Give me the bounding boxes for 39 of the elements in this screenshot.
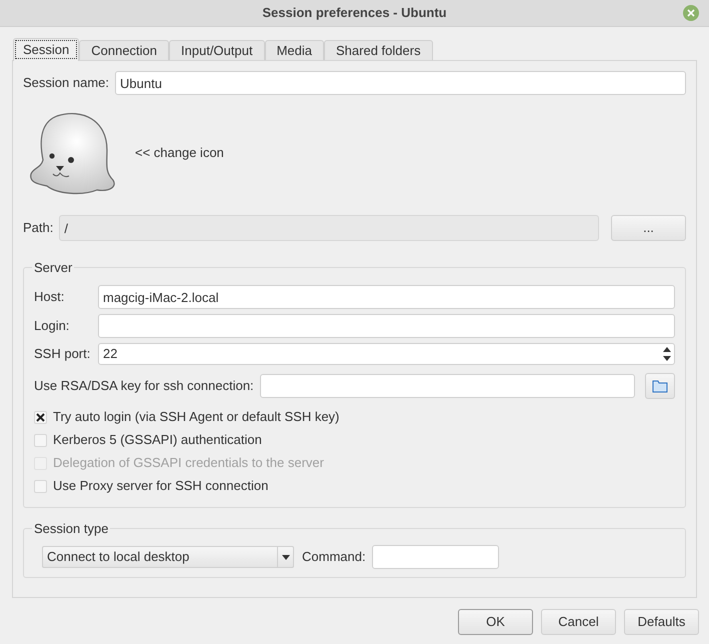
checkbox-label: Try auto login (via SSH Agent or default SSH key) bbox=[53, 408, 340, 426]
window-title: Session preferences - Ubuntu bbox=[262, 4, 447, 22]
login-field[interactable] bbox=[98, 314, 675, 338]
host-label: Host: bbox=[34, 288, 66, 306]
open-file-button[interactable] bbox=[645, 373, 675, 399]
tab[interactable]: Session bbox=[13, 38, 80, 61]
checkbox[interactable] bbox=[34, 480, 47, 492]
command-field[interactable] bbox=[372, 545, 499, 569]
session-name-field[interactable]: Ubuntu bbox=[115, 71, 686, 95]
session-name-label: Session name: bbox=[23, 74, 109, 92]
dialog-button[interactable]: OK bbox=[458, 609, 533, 635]
dialog-button[interactable]: Defaults bbox=[624, 609, 699, 635]
key-field[interactable] bbox=[260, 374, 635, 398]
tab[interactable]: Media bbox=[264, 40, 324, 61]
command-label: Command: bbox=[302, 548, 366, 566]
path-label: Path: bbox=[23, 219, 54, 238]
host-field[interactable]: magcig-iMac-2.local bbox=[98, 285, 675, 309]
checkbox[interactable] bbox=[34, 410, 47, 424]
change-icon-link[interactable]: << change icon bbox=[135, 143, 224, 163]
folder-icon bbox=[652, 379, 668, 393]
close-button[interactable] bbox=[683, 5, 699, 21]
checkbox-label: Kerberos 5 (GSSAPI) authentication bbox=[53, 431, 262, 449]
tab[interactable]: Input/Output bbox=[169, 40, 265, 61]
key-label: Use RSA/DSA key for ssh connection: bbox=[34, 377, 254, 396]
checkbox[interactable] bbox=[34, 434, 47, 446]
close-icon bbox=[687, 9, 695, 17]
login-label: Login: bbox=[34, 317, 70, 336]
tab[interactable]: Shared folders bbox=[324, 40, 433, 61]
dropdown-arrow-icon bbox=[282, 554, 290, 560]
ssh-port-label: SSH port: bbox=[34, 345, 92, 364]
spin-arrows-icon bbox=[662, 345, 672, 363]
dialog-button[interactable]: Cancel bbox=[541, 609, 616, 635]
session-type-dropdown[interactable]: Connect to local desktop bbox=[42, 546, 294, 568]
browse-button[interactable]: ... bbox=[611, 215, 686, 241]
tab[interactable]: Connection bbox=[79, 40, 170, 61]
checkbox-label: Delegation of GSSAPI credentials to the server bbox=[53, 454, 324, 472]
ssh-port-spinbox[interactable]: 22 bbox=[98, 343, 675, 365]
checkbox-label: Use Proxy server for SSH connection bbox=[53, 477, 268, 495]
path-field[interactable]: / bbox=[59, 215, 599, 241]
